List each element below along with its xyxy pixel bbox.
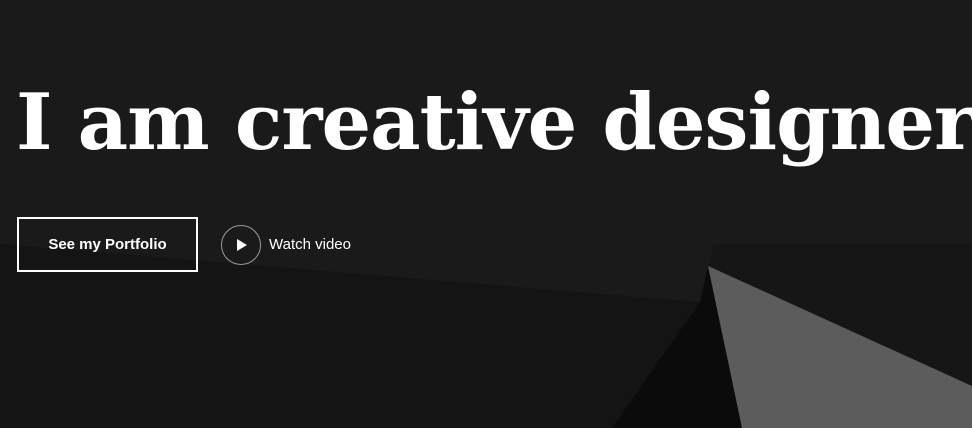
play-icon	[237, 238, 247, 251]
watch-video-label[interactable]: Watch video	[269, 236, 351, 253]
hero-headline: I am creative designer	[16, 77, 972, 168]
cta-row: See my Portfolio Watch video	[17, 217, 351, 272]
see-portfolio-button[interactable]: See my Portfolio	[17, 217, 198, 272]
watch-video-link[interactable]: Watch video	[221, 224, 351, 265]
background-polygons	[0, 244, 972, 428]
hero-section: I am creative designer See my Portfolio …	[0, 0, 972, 428]
play-button[interactable]	[221, 224, 261, 265]
